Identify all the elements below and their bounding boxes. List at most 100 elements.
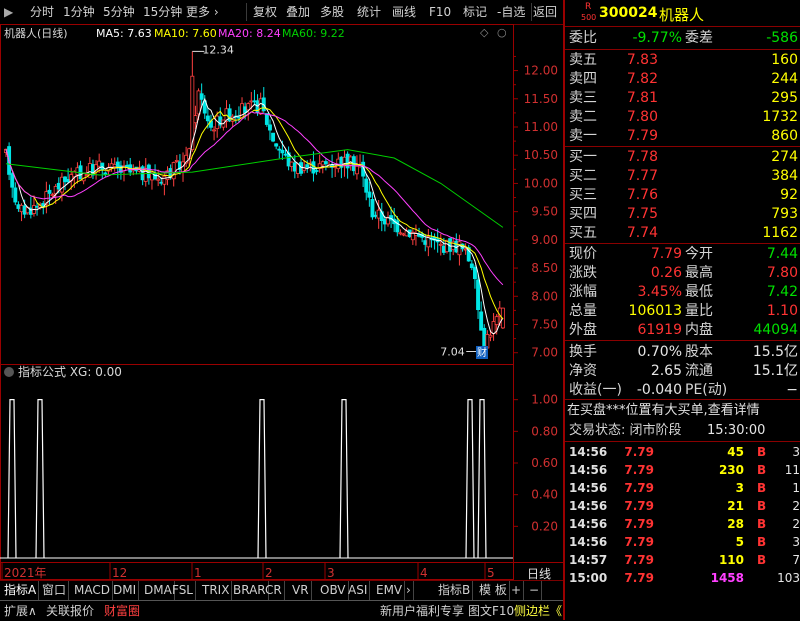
stat-label: 总量 <box>569 303 597 319</box>
stat-value: 2.65 <box>650 363 682 379</box>
toolbar-item-8[interactable]: 统计 <box>357 0 381 24</box>
toolbar-item-10[interactable]: F10 <box>429 0 451 24</box>
orderbook-price: 7.78 <box>626 149 658 165</box>
toolbar-item-4[interactable]: 更多 › <box>186 0 219 24</box>
tick-time: 14:56 <box>569 481 608 495</box>
orderbook-price: 7.77 <box>626 168 658 184</box>
indicator-tab-3[interactable]: DMI <box>111 581 140 600</box>
weicha-value: -586 <box>766 30 798 46</box>
indicator-tab-17[interactable]: − <box>527 581 543 600</box>
period-label[interactable]: 日线 <box>527 565 551 582</box>
candle-body <box>382 218 387 225</box>
indicator-tab-5[interactable]: FSL <box>170 581 196 600</box>
orderbook-row[interactable]: 买三 7.76 92 <box>567 185 800 205</box>
orderbook-row[interactable]: 买四 7.75 793 <box>567 204 800 224</box>
candle-body <box>50 194 55 197</box>
xg-signal-spike <box>7 399 17 559</box>
indicator-tab-11[interactable]: ASI <box>346 581 371 600</box>
toolbar-item-9[interactable]: 画线 <box>392 0 416 24</box>
candle-body <box>476 279 480 311</box>
status-mid-1[interactable]: 图文F10 <box>468 601 514 621</box>
toolbar-menu-icon[interactable]: ▶ <box>4 0 13 24</box>
candle-body <box>370 199 375 218</box>
indicator-tab-15[interactable]: 模 板 <box>477 581 510 600</box>
tick-price: 7.79 <box>624 463 654 477</box>
candle-body <box>112 163 117 168</box>
indicator-panel <box>0 399 513 559</box>
toolbar-item-13[interactable]: 返回 <box>533 0 557 24</box>
indicator-menu-icon[interactable] <box>4 367 14 377</box>
indicator-tab-0[interactable]: 指标A <box>2 581 40 600</box>
toolbar-item-1[interactable]: 1分钟 <box>63 0 95 24</box>
low-price-marker: 7.04 <box>440 345 465 358</box>
stat-row: 外盘 61919 内盘 44094 <box>567 320 800 340</box>
stat-label: 流通 <box>685 363 713 379</box>
toolbar-item-5[interactable]: 复权 <box>253 0 277 24</box>
status-mid-0[interactable]: 新用户福利专享 <box>380 601 464 621</box>
orderbook-volume: 384 <box>771 168 798 184</box>
orderbook-row[interactable]: 卖一 7.79 860 <box>567 126 800 146</box>
toolbar-item-0[interactable]: 分时 <box>30 0 54 24</box>
price-tick-label: 9.00 <box>531 233 558 247</box>
buy-orderbook: 买一 7.78 274 买二 7.77 384 买三 7.76 92 买四 7.75 793 买五 7.7… <box>565 147 800 243</box>
orderbook-row[interactable]: 卖三 7.81 295 <box>567 88 800 108</box>
xg-signal-spike <box>35 399 45 559</box>
indicator-tab-10[interactable]: OBV <box>318 581 349 600</box>
indicator-tab-8[interactable]: CR <box>263 581 285 600</box>
tick-side: B <box>757 517 767 531</box>
stat-value: 106013 <box>628 303 682 319</box>
orderbook-label: 买五 <box>569 225 597 241</box>
candle-body <box>469 263 474 269</box>
candle-body <box>13 187 18 203</box>
ma5-label: MA5: 7.63 <box>96 27 152 40</box>
price-tick-label: 10.00 <box>524 176 558 190</box>
indicator-tab-6[interactable]: TRIX <box>200 581 233 600</box>
orderbook-row[interactable]: 卖二 7.80 1732 <box>567 107 800 127</box>
stat-value: 7.79 <box>650 246 682 262</box>
orderbook-row[interactable]: 卖五 7.83 160 <box>567 50 800 70</box>
tick-row: 14:56 7.79 21 B 2 <box>567 497 800 515</box>
price-tick-label: 7.00 <box>531 346 558 360</box>
candle-body <box>66 179 71 183</box>
status-left-2[interactable]: 财富圈 <box>104 601 140 621</box>
toolbar-item-6[interactable]: 叠加 <box>286 0 310 24</box>
candle-body <box>240 103 244 119</box>
news-link[interactable]: 在买盘***位置有大买单,查看详情 <box>567 401 800 421</box>
status-mid-2[interactable]: 侧边栏《 <box>514 601 562 621</box>
orderbook-volume: 860 <box>771 128 798 144</box>
kline-chart-area[interactable]: 12.0011.5011.0010.5010.009.509.008.508.0… <box>0 24 563 580</box>
tick-price: 7.79 <box>624 517 654 531</box>
stat-row: 现价 7.79 今开 7.44 <box>567 244 800 264</box>
candle-body <box>364 178 369 193</box>
candle-body <box>482 327 487 349</box>
tick-count: 11 <box>784 463 800 477</box>
status-left-1[interactable]: 关联报价 <box>46 601 94 621</box>
stat-value: 7.80 <box>766 265 798 281</box>
orderbook-price: 7.83 <box>626 52 658 68</box>
toolbar-item-12[interactable]: -自选 <box>497 0 525 24</box>
indicator-tab-2[interactable]: MACD <box>72 581 113 600</box>
toolbar-item-11[interactable]: 标记 <box>463 0 487 24</box>
stat-row: 涨幅 3.45% 最低 7.42 <box>567 282 800 302</box>
tick-list[interactable]: 14:56 7.79 45 B 3 14:56 7.79 230 B 11 14:56 7.79 3 B 1… <box>565 442 800 588</box>
indicator-tab-12[interactable]: EMV <box>374 581 406 600</box>
indicator-tab-14[interactable]: 指标B <box>436 581 474 600</box>
indicator-tab-9[interactable]: VR <box>290 581 312 600</box>
orderbook-row[interactable]: 卖四 7.82 244 <box>567 69 800 89</box>
orderbook-row[interactable]: 买一 7.78 274 <box>567 147 800 167</box>
indicator-tab-1[interactable]: 窗口 <box>40 581 70 600</box>
candle-body <box>19 204 24 213</box>
tick-volume: 230 <box>718 463 744 477</box>
toolbar-item-7[interactable]: 多股 <box>320 0 344 24</box>
orderbook-row[interactable]: 买二 7.77 384 <box>567 166 800 186</box>
tick-side: B <box>757 445 767 459</box>
status-left-0[interactable]: 扩展∧ <box>4 601 37 621</box>
indicator-tab-16[interactable]: + <box>509 581 525 600</box>
indicator-tab-13[interactable]: › <box>404 581 414 600</box>
orderbook-row[interactable]: 买五 7.74 1162 <box>567 223 800 243</box>
indicator-tick-label: 0.60 <box>531 456 558 470</box>
toolbar-item-3[interactable]: 15分钟 <box>143 0 182 24</box>
tick-count: 3 <box>792 535 800 549</box>
stat-label: 外盘 <box>569 322 597 338</box>
toolbar-item-2[interactable]: 5分钟 <box>103 0 135 24</box>
